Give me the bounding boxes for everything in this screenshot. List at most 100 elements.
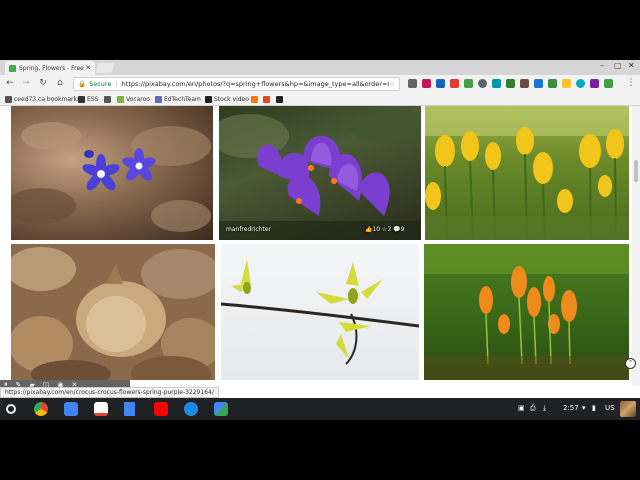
app-launcher-extra-icon[interactable] — [214, 402, 228, 416]
extension-12-icon[interactable] — [562, 79, 571, 88]
extension-14-icon[interactable] — [590, 79, 599, 88]
youtube-icon[interactable] — [154, 402, 168, 416]
home-icon[interactable]: ⌂ — [54, 78, 66, 88]
comment-count: 9 — [400, 226, 405, 233]
orange-crocus-image — [424, 244, 629, 380]
photo-credit[interactable]: manfredrichter — [226, 226, 271, 233]
bookmark-item[interactable]: ceed73.ca bookmarks — [5, 96, 80, 103]
bookmark-label: ceed73.ca bookmarks — [14, 96, 81, 103]
web-icon — [104, 96, 111, 103]
folder-icon — [5, 96, 12, 103]
bookmark-icon — [263, 96, 270, 103]
photo-tile[interactable] — [424, 244, 629, 380]
screen: Spring, Flowers - Free p ✕ – ▢ ✕ ← → ↻ ⌂… — [0, 0, 640, 480]
photo-tile[interactable] — [11, 106, 213, 240]
maximize-icon[interactable]: ▢ — [614, 61, 622, 70]
photo-tile[interactable]: manfredrichter 👍10 ☆2 💬9 — [219, 106, 421, 240]
letterbox-bottom — [0, 420, 640, 480]
extension-7-icon[interactable] — [492, 79, 501, 88]
battery-icon[interactable]: ▮ — [592, 404, 596, 412]
chrome-icon[interactable] — [34, 402, 48, 416]
stock-video-icon — [205, 96, 212, 103]
hepatica-flowers-image — [11, 122, 211, 232]
page-scrollbar[interactable] — [632, 106, 640, 386]
secure-label: Secure — [89, 80, 112, 88]
bookmark-item[interactable]: Stock video — [205, 96, 249, 103]
flower-bulbs-image — [11, 247, 215, 380]
files-icon[interactable] — [184, 402, 198, 416]
photo-tile[interactable] — [11, 244, 215, 380]
extension-3-icon[interactable] — [436, 79, 445, 88]
scroll-to-top-icon[interactable]: ⌃ — [625, 358, 636, 369]
status-url: https://pixabay.com/en/crocus-crocus-flo… — [0, 387, 219, 398]
gmail-icon[interactable] — [94, 402, 108, 416]
screen-record-icon[interactable]: ▣ — [518, 404, 525, 412]
tab-title: Spring, Flowers - Free p — [19, 64, 86, 72]
extension-15-icon[interactable] — [604, 79, 613, 88]
user-avatar[interactable] — [620, 401, 636, 417]
bookmark-item[interactable]: ESS — [78, 96, 98, 103]
budding-branch-image — [221, 259, 419, 365]
extension-9-icon[interactable] — [520, 79, 529, 88]
bookmark-star-icon[interactable]: ☆ — [389, 80, 395, 88]
launcher-icon[interactable] — [6, 404, 16, 414]
bookmark-item[interactable] — [104, 96, 113, 103]
docs-icon[interactable] — [124, 402, 135, 416]
yellow-crocus-image — [425, 106, 629, 240]
bookmark-item[interactable]: EdTechTeam — [155, 96, 201, 103]
letterbox-top — [0, 0, 640, 60]
photo-stats: 👍10 ☆2 💬9 — [365, 226, 405, 233]
bookmark-icon — [276, 96, 283, 103]
bookmark-label: ESS — [87, 96, 99, 103]
reload-icon[interactable]: ↻ — [37, 78, 49, 88]
like-count: 10 — [372, 226, 381, 233]
pixabay-favicon-icon — [9, 64, 16, 72]
wifi-icon[interactable]: ▾ — [582, 404, 586, 412]
bookmark-icon — [251, 96, 258, 103]
globe-icon — [78, 96, 85, 103]
extension-13-icon[interactable] — [576, 79, 585, 88]
extension-4-icon[interactable] — [450, 79, 459, 88]
menu-kebab-icon[interactable]: ⋮ — [625, 78, 637, 88]
new-tab-button[interactable] — [95, 63, 115, 73]
bookmarks-bar: ceed73.ca bookmarks ESS Vocaroo EdTechTe… — [0, 93, 640, 106]
favorite-count: 2 — [387, 226, 392, 233]
url-text: https://pixabay.com/en/photos/?q=spring+… — [121, 80, 390, 88]
scrollbar-thumb[interactable] — [634, 160, 638, 182]
bookmark-label: EdTechTeam — [164, 96, 201, 103]
extension-6-icon[interactable] — [478, 79, 487, 88]
photo-tile[interactable] — [221, 244, 419, 380]
bookmark-item[interactable] — [263, 96, 272, 103]
extension-5-icon[interactable] — [464, 79, 473, 88]
extension-2-icon[interactable] — [422, 79, 431, 88]
comment-icon[interactable]: 💬 — [393, 226, 400, 233]
address-bar[interactable]: 🔒 Secure | https://pixabay.com/en/photos… — [73, 77, 400, 91]
extension-10-icon[interactable] — [534, 79, 543, 88]
print-icon[interactable]: ⎙ — [530, 404, 536, 413]
bookmark-label: Stock video — [214, 96, 249, 103]
forward-icon[interactable]: → — [20, 78, 32, 88]
minimize-icon[interactable]: – — [600, 61, 604, 70]
photo-tile[interactable] — [425, 106, 629, 240]
close-window-icon[interactable]: ✕ — [628, 61, 635, 70]
tab-strip: Spring, Flowers - Free p ✕ — [0, 60, 640, 75]
vocaroo-icon — [117, 96, 124, 103]
bookmark-item[interactable]: Vocaroo — [117, 96, 150, 103]
close-tab-icon[interactable]: ✕ — [85, 64, 91, 72]
extension-11-icon[interactable] — [548, 79, 557, 88]
extension-1-icon[interactable] — [408, 79, 417, 88]
purple-crocus-image — [219, 108, 421, 240]
address-separator: | — [115, 80, 118, 88]
browser-tab[interactable]: Spring, Flowers - Free p ✕ — [5, 61, 95, 75]
edtechteam-icon — [155, 96, 162, 103]
keep-icon[interactable] — [64, 402, 78, 416]
clock[interactable]: 2:57 — [563, 404, 579, 412]
lock-icon: 🔒 — [78, 80, 87, 88]
back-icon[interactable]: ← — [4, 78, 16, 88]
locale-label[interactable]: US — [605, 404, 615, 412]
bookmark-item[interactable] — [276, 96, 285, 103]
download-icon[interactable]: ⤓ — [543, 404, 546, 413]
bookmark-item[interactable] — [251, 96, 260, 103]
bookmark-label: Vocaroo — [126, 96, 150, 103]
extension-8-icon[interactable] — [506, 79, 515, 88]
